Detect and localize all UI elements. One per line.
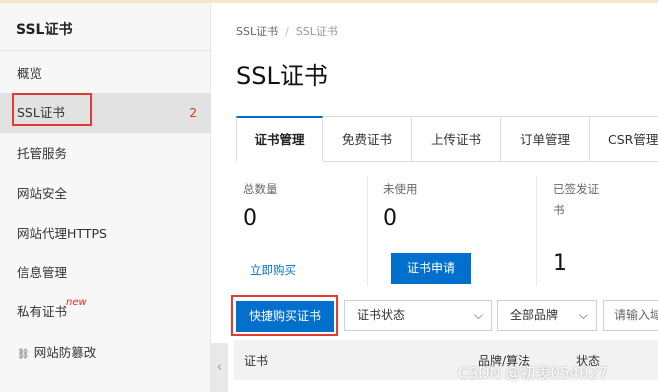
sidebar-item-label: 信息管理 bbox=[17, 265, 68, 280]
sidebar-item-label: 网站防篡改 bbox=[33, 345, 97, 360]
sidebar-item-tamper-protection[interactable]: ⛓ 网站防篡改 bbox=[0, 333, 211, 373]
breadcrumb-separator: / bbox=[285, 25, 289, 38]
column-header-cert: 证书 bbox=[244, 354, 269, 368]
sidebar: SSL证书 概览 SSL证书 2 托管服务 网站安全 网站代理HTTPS 信息管… bbox=[0, 3, 211, 392]
apply-cert-button[interactable]: 证书申请 bbox=[391, 253, 471, 284]
highlight-box-quick-buy bbox=[231, 295, 338, 336]
sidebar-title: SSL证书 bbox=[16, 22, 73, 38]
cert-status-select[interactable]: 证书状态 ⌵ bbox=[344, 300, 492, 331]
select-value: 全部品牌 bbox=[510, 308, 559, 322]
stat-issued-label: 已签发证 bbox=[553, 182, 599, 196]
tab-free-cert[interactable]: 免费证书 bbox=[323, 116, 412, 162]
sidebar-collapse-button[interactable]: ‹ bbox=[211, 343, 228, 392]
page-title: SSL证书 bbox=[236, 62, 328, 90]
highlight-box-sidebar bbox=[12, 93, 92, 126]
select-value: 证书状态 bbox=[357, 308, 406, 322]
breadcrumb-current: SSL证书 bbox=[295, 25, 338, 38]
sidebar-item-site-security[interactable]: 网站安全 bbox=[0, 174, 211, 214]
tab-bar: 证书管理 免费证书 上传证书 订单管理 CSR管理 bbox=[236, 116, 658, 162]
sidebar-item-hosting[interactable]: 托管服务 bbox=[0, 134, 211, 174]
sidebar-item-https-proxy[interactable]: 网站代理HTTPS bbox=[0, 214, 211, 254]
tab-order-management[interactable]: 订单管理 bbox=[501, 116, 590, 162]
sidebar-divider bbox=[0, 50, 211, 51]
sidebar-item-label: 概览 bbox=[17, 66, 43, 81]
stat-divider bbox=[367, 176, 368, 286]
sidebar-item-label: 网站安全 bbox=[17, 186, 68, 201]
stat-total-value: 0 bbox=[243, 206, 257, 231]
brand-select[interactable]: 全部品牌 ⌵ bbox=[497, 300, 597, 331]
watermark: CSDN @初衷054027 bbox=[458, 364, 608, 382]
stat-unused-label: 未使用 bbox=[383, 182, 418, 196]
stat-total-label: 总数量 bbox=[243, 182, 278, 196]
stat-unused-value: 0 bbox=[383, 206, 397, 231]
sidebar-item-label: 私有证书 bbox=[17, 304, 68, 319]
breadcrumb-item[interactable]: SSL证书 bbox=[236, 25, 278, 38]
sidebar-item-info-management[interactable]: 信息管理 bbox=[0, 253, 211, 293]
new-tag: new bbox=[66, 297, 87, 308]
count-badge: 2 bbox=[189, 106, 197, 120]
search-input[interactable]: 请输入域 bbox=[603, 300, 658, 331]
sidebar-item-private-cert[interactable]: 私有证书 new bbox=[0, 292, 211, 332]
chevron-down-icon: ⌵ bbox=[578, 308, 588, 322]
stat-divider bbox=[536, 176, 537, 286]
tab-upload-cert[interactable]: 上传证书 bbox=[412, 116, 501, 162]
chevron-left-icon: ‹ bbox=[216, 360, 223, 375]
sidebar-item-label: 托管服务 bbox=[17, 146, 68, 161]
link-icon: ⛓ bbox=[17, 349, 30, 360]
breadcrumb: SSL证书 / SSL证书 bbox=[236, 23, 338, 39]
chevron-down-icon: ⌵ bbox=[473, 308, 483, 322]
stat-issued-label-cont: 书 bbox=[553, 203, 565, 217]
stat-issued-value: 1 bbox=[553, 251, 567, 276]
tab-cert-management[interactable]: 证书管理 bbox=[236, 116, 323, 162]
sidebar-item-label: 网站代理HTTPS bbox=[17, 226, 107, 241]
sidebar-item-overview[interactable]: 概览 bbox=[0, 54, 211, 94]
tab-csr-management[interactable]: CSR管理 bbox=[590, 116, 658, 162]
buy-now-link[interactable]: 立即购买 bbox=[250, 262, 296, 278]
